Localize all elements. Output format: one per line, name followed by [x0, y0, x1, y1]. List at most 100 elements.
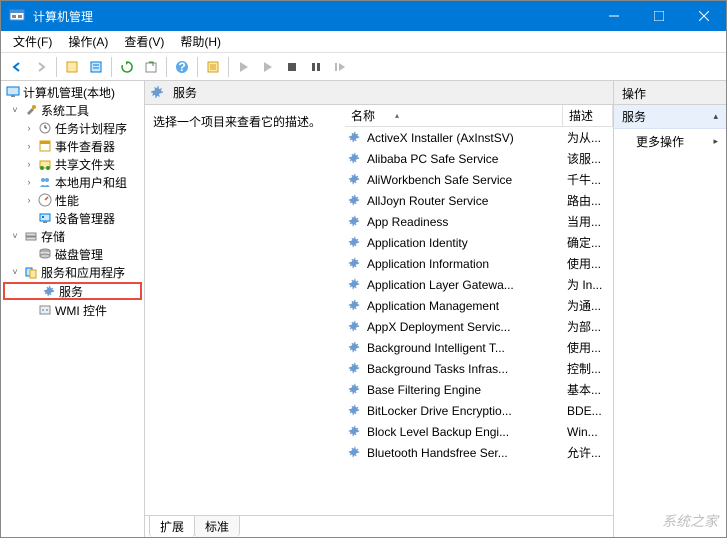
refresh-icon[interactable] [116, 56, 138, 78]
performance-icon [37, 192, 53, 208]
main-panel: 服务 选择一个项目来查看它的描述。 名称▴ 描述 ActiveX Install… [145, 81, 614, 537]
column-desc[interactable]: 描述 [563, 105, 613, 126]
tree-wmi[interactable]: WMI 控件 [1, 301, 144, 319]
expand-icon[interactable]: › [23, 195, 35, 205]
tree-system-tools[interactable]: ˅ 系统工具 [1, 101, 144, 119]
service-row[interactable]: Application Management为通... [345, 295, 613, 316]
actions-panel: 操作 服务 ▴ 更多操作 ▸ [614, 81, 726, 537]
gear-icon [347, 256, 363, 272]
menu-view[interactable]: 查看(V) [116, 31, 172, 52]
menubar: 文件(F) 操作(A) 查看(V) 帮助(H) [1, 31, 726, 53]
service-row[interactable]: Bluetooth Handsfree Ser...允许... [345, 442, 613, 463]
expand-icon[interactable]: › [23, 123, 35, 133]
back-button[interactable] [6, 56, 28, 78]
service-desc: 为从... [567, 129, 611, 146]
tree-local-users[interactable]: › 本地用户和组 [1, 173, 144, 191]
tree-performance[interactable]: › 性能 [1, 191, 144, 209]
service-row[interactable]: BitLocker Drive Encryptio...BDE... [345, 400, 613, 421]
list-pane: 名称▴ 描述 ActiveX Installer (AxInstSV)为从...… [345, 105, 613, 515]
properties-icon[interactable] [85, 56, 107, 78]
service-row[interactable]: Alibaba PC Safe Service该服... [345, 148, 613, 169]
separator [166, 57, 167, 77]
list-body[interactable]: ActiveX Installer (AxInstSV)为从...Alibaba… [345, 127, 613, 515]
actions-section[interactable]: 服务 ▴ [614, 105, 726, 129]
gear-icon [347, 214, 363, 230]
service-name: BitLocker Drive Encryptio... [367, 404, 567, 418]
service-name: Application Management [367, 299, 567, 313]
expand-icon[interactable]: › [23, 141, 35, 151]
help-icon[interactable]: ? [171, 56, 193, 78]
collapse-icon[interactable]: ˅ [9, 267, 21, 277]
list-icon[interactable] [202, 56, 224, 78]
tree-device-manager[interactable]: 设备管理器 [1, 209, 144, 227]
gear-icon [347, 340, 363, 356]
service-desc: 路由... [567, 192, 611, 209]
description-prompt: 选择一个项目来查看它的描述。 [153, 113, 337, 130]
actions-more[interactable]: 更多操作 ▸ [614, 129, 726, 154]
titlebar: 计算机管理 [1, 1, 726, 31]
tree-disk-management[interactable]: 磁盘管理 [1, 245, 144, 263]
share-icon [37, 156, 53, 172]
gear-icon [347, 445, 363, 461]
tree-services[interactable]: 服务 [3, 282, 142, 300]
up-button[interactable] [61, 56, 83, 78]
maximize-button[interactable] [636, 1, 681, 31]
forward-button[interactable] [30, 56, 52, 78]
pause-icon[interactable] [305, 56, 327, 78]
list-header: 名称▴ 描述 [345, 105, 613, 127]
tree-task-scheduler[interactable]: › 任务计划程序 [1, 119, 144, 137]
gear-icon [347, 298, 363, 314]
gear-icon [347, 193, 363, 209]
expand-icon[interactable]: › [23, 177, 35, 187]
storage-icon [23, 228, 39, 244]
tree-services-apps[interactable]: ˅ 服务和应用程序 [1, 263, 144, 281]
gear-icon [41, 283, 57, 299]
service-name: Background Tasks Infras... [367, 362, 567, 376]
service-name: AppX Deployment Servic... [367, 320, 567, 334]
service-row[interactable]: Application Layer Gatewa...为 In... [345, 274, 613, 295]
tree-storage[interactable]: ˅ 存储 [1, 227, 144, 245]
play-icon[interactable] [233, 56, 255, 78]
event-icon [37, 138, 53, 154]
expand-icon[interactable]: › [23, 159, 35, 169]
service-row[interactable]: Background Tasks Infras...控制... [345, 358, 613, 379]
column-name[interactable]: 名称▴ [345, 105, 563, 126]
menu-action[interactable]: 操作(A) [60, 31, 116, 52]
play2-icon[interactable] [257, 56, 279, 78]
main-title: 服务 [173, 84, 197, 101]
stop-icon[interactable] [281, 56, 303, 78]
service-desc: 该服... [567, 150, 611, 167]
service-row[interactable]: Background Intelligent T...使用... [345, 337, 613, 358]
service-row[interactable]: AppX Deployment Servic...为部... [345, 316, 613, 337]
close-button[interactable] [681, 1, 726, 31]
tab-standard[interactable]: 标准 [194, 515, 240, 537]
gear-icon [347, 235, 363, 251]
service-row[interactable]: AliWorkbench Safe Service千牛... [345, 169, 613, 190]
service-row[interactable]: App Readiness当用... [345, 211, 613, 232]
tree-shared-folders[interactable]: › 共享文件夹 [1, 155, 144, 173]
service-row[interactable]: Block Level Backup Engi...Win... [345, 421, 613, 442]
gear-icon [347, 424, 363, 440]
export-icon[interactable] [140, 56, 162, 78]
arrow-right-icon: ▸ [713, 136, 718, 147]
restart-icon[interactable] [329, 56, 351, 78]
service-name: Application Layer Gatewa... [367, 278, 567, 292]
service-name: AliWorkbench Safe Service [367, 173, 567, 187]
service-row[interactable]: Application Information使用... [345, 253, 613, 274]
collapse-icon[interactable]: ˅ [9, 105, 21, 115]
menu-help[interactable]: 帮助(H) [172, 31, 229, 52]
service-row[interactable]: Base Filtering Engine基本... [345, 379, 613, 400]
tab-extended[interactable]: 扩展 [149, 515, 195, 537]
service-row[interactable]: ActiveX Installer (AxInstSV)为从... [345, 127, 613, 148]
tree-event-viewer[interactable]: › 事件查看器 [1, 137, 144, 155]
service-row[interactable]: Application Identity确定... [345, 232, 613, 253]
minimize-button[interactable] [591, 1, 636, 31]
tree-root[interactable]: 计算机管理(本地) [1, 83, 144, 101]
collapse-icon[interactable]: ˅ [9, 231, 21, 241]
bottom-tabs: 扩展 标准 [145, 515, 613, 537]
gear-icon [347, 319, 363, 335]
service-name: Bluetooth Handsfree Ser... [367, 446, 567, 460]
tree-panel[interactable]: 计算机管理(本地) ˅ 系统工具 › 任务计划程序 › 事件查看器 › 共享文件… [1, 81, 145, 537]
service-row[interactable]: AllJoyn Router Service路由... [345, 190, 613, 211]
menu-file[interactable]: 文件(F) [5, 31, 60, 52]
